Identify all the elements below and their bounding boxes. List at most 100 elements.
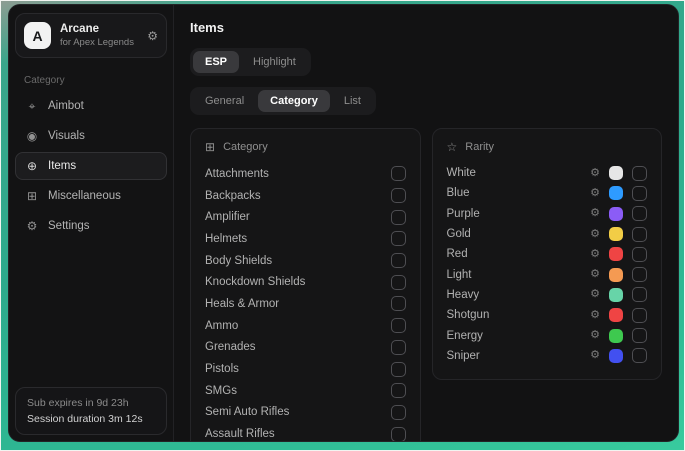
- category-row: Body Shields: [205, 250, 406, 272]
- category-row: Assault Rifles: [205, 423, 406, 441]
- rarity-label: Red: [447, 248, 468, 260]
- tab[interactable]: General: [193, 90, 256, 112]
- category-checkbox[interactable]: [391, 296, 406, 311]
- category-list: Attachments Backpacks Amplifier: [205, 163, 406, 441]
- rarity-label: White: [447, 167, 476, 179]
- color-swatch[interactable]: [609, 268, 623, 282]
- color-swatch[interactable]: [609, 166, 623, 180]
- gear-icon[interactable]: ⚙: [590, 249, 600, 260]
- color-swatch[interactable]: [609, 308, 623, 322]
- color-swatch[interactable]: [609, 247, 623, 261]
- rarity-checkbox[interactable]: [632, 186, 647, 201]
- category-row: Knockdown Shields: [205, 271, 406, 293]
- category-checkbox[interactable]: [391, 188, 406, 203]
- sidebar-item[interactable]: ⌖ Aimbot: [15, 92, 167, 120]
- rarity-label: Shotgun: [447, 309, 490, 321]
- gear-icon[interactable]: ⚙: [590, 188, 600, 199]
- category-checkbox[interactable]: [391, 362, 406, 377]
- sidebar-item-label: Aimbot: [48, 100, 84, 112]
- rarity-label: Blue: [447, 187, 470, 199]
- app-subtitle: for Apex Legends: [60, 37, 138, 48]
- rarity-row: White ⚙: [447, 163, 648, 183]
- gear-icon[interactable]: ⚙: [590, 289, 600, 300]
- category-checkbox[interactable]: [391, 318, 406, 333]
- gear-icon[interactable]: ⚙: [590, 350, 600, 361]
- category-row: Ammo: [205, 315, 406, 337]
- app-name: Arcane: [60, 23, 138, 35]
- gear-icon[interactable]: ⚙: [590, 330, 600, 341]
- tab[interactable]: Category: [258, 90, 330, 112]
- category-row: Amplifier: [205, 206, 406, 228]
- sidebar-item[interactable]: ⊞ Miscellaneous: [15, 182, 167, 210]
- rarity-row: Energy ⚙: [447, 325, 648, 345]
- sidebar-item-label: Settings: [48, 220, 90, 232]
- gear-icon: ⚙: [25, 219, 39, 233]
- brand-text: Arcane for Apex Legends: [60, 23, 138, 48]
- category-label: Helmets: [205, 233, 247, 245]
- rarity-checkbox[interactable]: [632, 206, 647, 221]
- category-label: Backpacks: [205, 190, 261, 202]
- tab[interactable]: List: [332, 90, 373, 112]
- rarity-checkbox[interactable]: [632, 166, 647, 181]
- rarity-row: Gold ⚙: [447, 224, 648, 244]
- rarity-label: Heavy: [447, 289, 480, 301]
- sidebar-item-label: Items: [48, 160, 76, 172]
- primary-tab-row: ESP Highlight: [190, 48, 662, 76]
- primary-tabs: ESP Highlight: [190, 48, 311, 76]
- sidebar-item[interactable]: ⚙ Settings: [15, 212, 167, 240]
- target-icon: ⊕: [25, 159, 39, 173]
- category-checkbox[interactable]: [391, 427, 406, 441]
- sidebar-item[interactable]: ◉ Visuals: [15, 122, 167, 150]
- gear-icon[interactable]: ⚙: [147, 29, 158, 43]
- color-swatch[interactable]: [609, 288, 623, 302]
- rarity-checkbox[interactable]: [632, 287, 647, 302]
- color-swatch[interactable]: [609, 349, 623, 363]
- category-row: Helmets: [205, 228, 406, 250]
- gear-icon[interactable]: ⚙: [590, 229, 600, 240]
- grid-icon: ⊞: [25, 189, 39, 203]
- category-row: Grenades: [205, 337, 406, 359]
- rarity-checkbox[interactable]: [632, 308, 647, 323]
- color-swatch[interactable]: [609, 207, 623, 221]
- category-row: Attachments: [205, 163, 406, 185]
- color-swatch[interactable]: [609, 329, 623, 343]
- category-checkbox[interactable]: [391, 383, 406, 398]
- gear-icon[interactable]: ⚙: [590, 168, 600, 179]
- rarity-checkbox[interactable]: [632, 227, 647, 242]
- rarity-row: Shotgun ⚙: [447, 305, 648, 325]
- rarity-checkbox[interactable]: [632, 348, 647, 363]
- gear-icon[interactable]: ⚙: [590, 310, 600, 321]
- gear-icon[interactable]: ⚙: [590, 269, 600, 280]
- rarity-checkbox[interactable]: [632, 267, 647, 282]
- category-checkbox[interactable]: [391, 275, 406, 290]
- color-swatch[interactable]: [609, 227, 623, 241]
- category-label: Attachments: [205, 168, 269, 180]
- rarity-checkbox[interactable]: [632, 328, 647, 343]
- gear-icon[interactable]: ⚙: [590, 208, 600, 219]
- category-panel-title: Category: [223, 141, 268, 153]
- rarity-label: Gold: [447, 228, 471, 240]
- rarity-checkbox[interactable]: [632, 247, 647, 262]
- category-checkbox[interactable]: [391, 253, 406, 268]
- rarity-label: Purple: [447, 208, 480, 220]
- category-checkbox[interactable]: [391, 166, 406, 181]
- rarity-row: Red ⚙: [447, 244, 648, 264]
- category-checkbox[interactable]: [391, 405, 406, 420]
- category-label: SMGs: [205, 385, 237, 397]
- category-checkbox[interactable]: [391, 210, 406, 225]
- category-checkbox[interactable]: [391, 340, 406, 355]
- color-swatch[interactable]: [609, 186, 623, 200]
- panels: ⊞ Category Attachments Backpacks: [190, 128, 662, 441]
- grid-icon: ⊞: [205, 140, 215, 154]
- sidebar-item[interactable]: ⊕ Items: [15, 152, 167, 180]
- rarity-label: Light: [447, 269, 472, 281]
- category-checkbox[interactable]: [391, 231, 406, 246]
- category-label: Amplifier: [205, 211, 250, 223]
- tab[interactable]: ESP: [193, 51, 239, 73]
- rarity-panel-title: Rarity: [465, 141, 494, 153]
- rarity-row: Blue ⚙: [447, 183, 648, 203]
- rarity-panel-header: ☆ Rarity: [447, 140, 648, 154]
- tab[interactable]: Highlight: [241, 51, 308, 73]
- sidebar-nav: ⌖ Aimbot ◉ Visuals ⊕ Items ⊞: [9, 92, 173, 240]
- arcane-window: A Arcane for Apex Legends ⚙ Category ⌖ A…: [8, 4, 679, 442]
